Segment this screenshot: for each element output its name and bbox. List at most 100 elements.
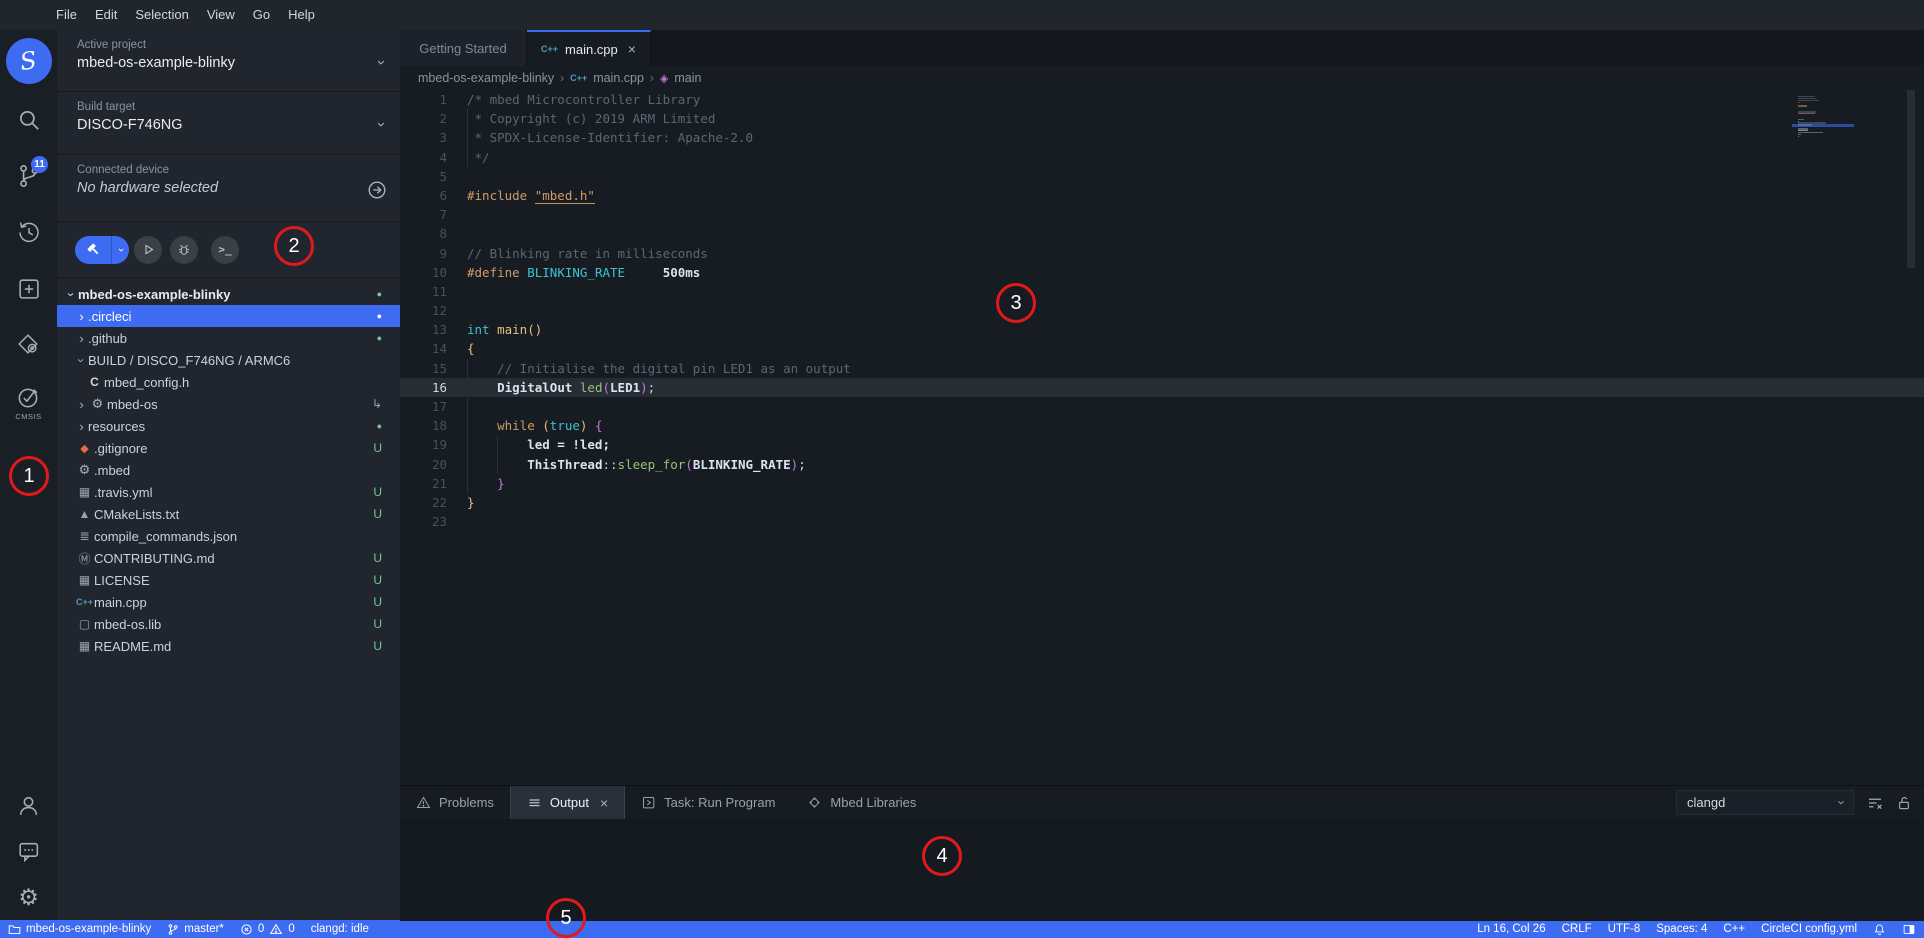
tree-item-mbed-config-h[interactable]: Cmbed_config.h — [57, 371, 400, 393]
breadcrumb-project[interactable]: mbed-os-example-blinky — [418, 71, 554, 85]
tab-task-run-program[interactable]: Task: Run Program — [625, 786, 791, 819]
statusbar-language-mode[interactable]: C++ — [1723, 923, 1745, 935]
close-tab-icon[interactable]: × — [628, 41, 636, 57]
code-editor[interactable]: 1/* mbed Microcontroller Library2 * Copy… — [400, 90, 1924, 785]
line-number[interactable]: 18 — [400, 416, 447, 435]
line-number[interactable]: 5 — [400, 167, 447, 186]
code-line-23[interactable]: 23 — [400, 512, 1924, 531]
hammer-icon[interactable] — [75, 236, 111, 264]
line-number[interactable]: 3 — [400, 128, 447, 147]
feedback-icon[interactable] — [0, 828, 57, 874]
chevron-down-icon[interactable]: › — [373, 60, 390, 65]
code-line-14[interactable]: 14{ — [400, 339, 1924, 358]
code-line-16[interactable]: 16 DigitalOut led(LED1); — [400, 378, 1924, 397]
history-icon[interactable] — [0, 204, 57, 260]
account-icon[interactable] — [0, 782, 57, 828]
tab-output[interactable]: Output × — [510, 786, 625, 819]
tab-mbed-libraries[interactable]: Mbed Libraries — [791, 786, 932, 819]
tree-item--gitignore[interactable]: ◆.gitignoreU — [57, 437, 400, 459]
build-options-caret[interactable]: › — [111, 236, 129, 264]
minimap[interactable] — [1798, 96, 1848, 139]
statusbar-encoding[interactable]: UTF-8 — [1608, 923, 1641, 935]
code-line-17[interactable]: 17 — [400, 397, 1924, 416]
code-line-9[interactable]: 9// Blinking rate in milliseconds — [400, 244, 1924, 263]
statusbar-branch[interactable]: master* — [167, 923, 224, 936]
statusbar-eol[interactable]: CRLF — [1562, 923, 1592, 935]
menu-edit[interactable]: Edit — [86, 0, 126, 30]
search-icon[interactable] — [0, 92, 57, 148]
line-number[interactable]: 11 — [400, 282, 447, 301]
source-control-icon[interactable]: 11 — [0, 148, 57, 204]
tree-item-mbed-os-example-blinky[interactable]: ›mbed-os-example-blinky● — [57, 283, 400, 305]
output-channel-select[interactable]: clangd › — [1676, 790, 1854, 815]
debug-button[interactable] — [170, 236, 198, 264]
code-line-7[interactable]: 7 — [400, 205, 1924, 224]
line-number[interactable]: 17 — [400, 397, 447, 416]
tree-item-mbed-os[interactable]: ›⚙mbed-os↳ — [57, 393, 400, 415]
code-line-13[interactable]: 13int main() — [400, 320, 1924, 339]
line-number[interactable]: 13 — [400, 320, 447, 339]
statusbar-cursor-position[interactable]: Ln 16, Col 26 — [1477, 923, 1545, 935]
chevron-right-icon[interactable]: › — [75, 419, 88, 434]
code-line-21[interactable]: 21 } — [400, 474, 1924, 493]
build-target-section[interactable]: Build target DISCO-F746NG › — [57, 92, 400, 155]
line-number[interactable]: 21 — [400, 474, 447, 493]
code-line-19[interactable]: 19 led = !led; — [400, 435, 1924, 454]
breadcrumb-file[interactable]: main.cpp — [593, 71, 644, 85]
line-number[interactable]: 23 — [400, 512, 447, 531]
close-panel-tab-icon[interactable]: × — [600, 795, 608, 811]
code-line-22[interactable]: 22} — [400, 493, 1924, 512]
code-line-4[interactable]: 4 */ — [400, 148, 1924, 167]
chevron-right-icon[interactable]: › — [75, 309, 88, 324]
tree-item--mbed[interactable]: ⚙.mbed — [57, 459, 400, 481]
breadcrumb-symbol[interactable]: main — [674, 71, 701, 85]
editor-scrollbar[interactable] — [1907, 90, 1915, 268]
output-panel-body[interactable] — [400, 819, 1924, 921]
line-number[interactable]: 10 — [400, 263, 447, 282]
mbed-studio-logo[interactable]: S — [0, 30, 57, 92]
tree-item-license[interactable]: ▦LICENSEU — [57, 569, 400, 591]
statusbar-indentation[interactable]: Spaces: 4 — [1656, 923, 1707, 935]
tree-item--circleci[interactable]: ›.circleci● — [57, 305, 400, 327]
line-number[interactable]: 14 — [400, 339, 447, 358]
code-line-6[interactable]: 6#include "mbed.h" — [400, 186, 1924, 205]
code-line-2[interactable]: 2 * Copyright (c) 2019 ARM Limited — [400, 109, 1924, 128]
code-line-10[interactable]: 10#define BLINKING_RATE 500ms — [400, 263, 1924, 282]
terminal-button[interactable]: >_ — [211, 236, 239, 264]
tree-item-mbed-os-lib[interactable]: ▢mbed-os.libU — [57, 613, 400, 635]
device-manager-arrow-icon[interactable] — [366, 179, 388, 201]
hardware-debug-icon[interactable] — [0, 316, 57, 372]
code-line-5[interactable]: 5 — [400, 167, 1924, 186]
tab-getting-started[interactable]: Getting Started — [400, 30, 527, 66]
code-line-15[interactable]: 15 // Initialise the digital pin LED1 as… — [400, 359, 1924, 378]
line-number[interactable]: 8 — [400, 224, 447, 243]
active-project-section[interactable]: Active project mbed-os-example-blinky › — [57, 30, 400, 92]
toggle-panel-icon[interactable] — [1902, 923, 1916, 936]
chevron-down-icon[interactable]: › — [64, 288, 79, 301]
line-number[interactable]: 16 — [400, 378, 447, 397]
clear-output-icon[interactable] — [1866, 794, 1884, 812]
cmsis-icon[interactable]: CMSIS — [0, 372, 57, 434]
line-number[interactable]: 4 — [400, 148, 447, 167]
tree-item-readme-md[interactable]: ▦README.mdU — [57, 635, 400, 657]
tree-item-build-disco-f746ng-armc6[interactable]: ›BUILD / DISCO_F746NG / ARMC6 — [57, 349, 400, 371]
tab-main-cpp[interactable]: C++ main.cpp × — [527, 30, 651, 66]
code-line-1[interactable]: 1/* mbed Microcontroller Library — [400, 90, 1924, 109]
chevron-down-icon[interactable]: › — [74, 354, 89, 367]
statusbar-problems[interactable]: 0 0 — [240, 922, 295, 936]
menu-view[interactable]: View — [198, 0, 244, 30]
statusbar-circleci[interactable]: CircleCI config.yml — [1761, 923, 1857, 935]
unlock-scroll-icon[interactable] — [1896, 795, 1912, 811]
tree-item--github[interactable]: ›.github● — [57, 327, 400, 349]
statusbar-clangd-status[interactable]: clangd: idle — [311, 923, 369, 935]
tree-item-main-cpp[interactable]: C++main.cppU — [57, 591, 400, 613]
line-number[interactable]: 6 — [400, 186, 447, 205]
tree-item-compile-commands-json[interactable]: ≣compile_commands.json — [57, 525, 400, 547]
line-number[interactable]: 7 — [400, 205, 447, 224]
line-number[interactable]: 22 — [400, 493, 447, 512]
tree-item-contributing-md[interactable]: ⓂCONTRIBUTING.mdU — [57, 547, 400, 569]
line-number[interactable]: 2 — [400, 109, 447, 128]
chevron-right-icon[interactable]: › — [75, 397, 88, 412]
menu-file[interactable]: File — [47, 0, 86, 30]
code-line-11[interactable]: 11 — [400, 282, 1924, 301]
